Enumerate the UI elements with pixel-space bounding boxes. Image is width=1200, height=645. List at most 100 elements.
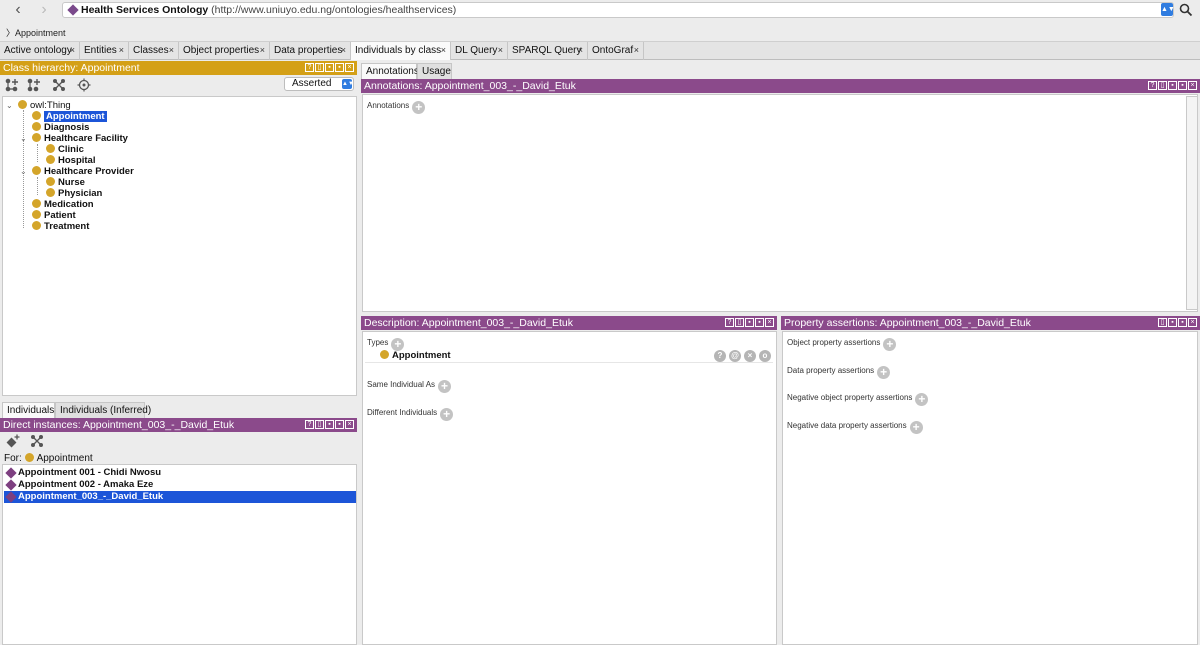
annotations-title: Annotations: Appointment_003_-_David_Etu… bbox=[364, 80, 576, 92]
split-icon[interactable]: ▯ bbox=[735, 318, 744, 327]
tree-item-hospital[interactable]: Hospital bbox=[46, 155, 95, 166]
tree-item-diagnosis[interactable]: Diagnosis bbox=[32, 122, 89, 133]
class-hierarchy-title: Class hierarchy: Appointment bbox=[3, 62, 140, 74]
tab-object-properties[interactable]: Object properties × bbox=[179, 42, 270, 60]
divider bbox=[365, 362, 773, 363]
view-controls: ▯ ▪ ▪ × bbox=[1157, 318, 1197, 328]
close-icon[interactable]: × bbox=[169, 42, 174, 59]
target-icon[interactable] bbox=[77, 78, 91, 92]
split-icon[interactable]: ▯ bbox=[1158, 318, 1167, 327]
close-icon[interactable]: × bbox=[341, 42, 346, 59]
tree-guide-line bbox=[37, 177, 38, 195]
help-icon[interactable]: ? bbox=[1148, 81, 1157, 90]
close-view-icon[interactable]: × bbox=[1188, 318, 1197, 327]
class-icon bbox=[32, 166, 41, 175]
list-item[interactable]: Appointment 002 - Amaka Eze bbox=[4, 479, 356, 491]
close-icon[interactable]: × bbox=[441, 42, 446, 59]
tab-individuals-by-class[interactable]: Individuals by class × bbox=[351, 42, 451, 60]
add-sibling-icon[interactable] bbox=[27, 78, 41, 92]
help-icon[interactable]: ? bbox=[714, 350, 726, 362]
tab-annotations[interactable]: Annotations bbox=[361, 63, 419, 79]
float-icon[interactable]: ▪ bbox=[1178, 81, 1187, 90]
tab-entities[interactable]: Entities × bbox=[80, 42, 129, 60]
tab-ontograf[interactable]: OntoGraf × bbox=[588, 42, 644, 60]
tab-individuals-inferred[interactable]: Individuals (Inferred) bbox=[55, 402, 151, 418]
add-individual-icon[interactable] bbox=[6, 434, 20, 448]
delete-individual-icon[interactable] bbox=[30, 434, 44, 448]
tab-usage[interactable]: Usage bbox=[417, 63, 452, 79]
float-icon[interactable]: ▪ bbox=[755, 318, 764, 327]
close-view-icon[interactable]: × bbox=[345, 420, 354, 429]
tree-item-physician[interactable]: Physician bbox=[46, 188, 102, 199]
tree-item-appointment[interactable]: Appointment bbox=[32, 111, 107, 122]
tab-data-properties[interactable]: Data properties × bbox=[270, 42, 351, 60]
annotate-icon[interactable]: @ bbox=[729, 350, 741, 362]
add-same-individual-icon[interactable]: + bbox=[438, 380, 452, 393]
close-icon[interactable]: × bbox=[498, 42, 503, 59]
tree-item-nurse[interactable]: Nurse bbox=[46, 177, 85, 188]
list-item[interactable]: Appointment_003_-_David_Etuk bbox=[4, 491, 356, 503]
property-assertions-header: Property assertions: Appointment_003_-_D… bbox=[781, 316, 1200, 330]
collapse-icon[interactable]: ⌄ bbox=[20, 167, 27, 176]
tab-active-ontology[interactable]: Active ontology × bbox=[0, 42, 80, 60]
tab-classes[interactable]: Classes × bbox=[129, 42, 179, 60]
add-subclass-icon[interactable] bbox=[5, 78, 19, 92]
hierarchy-mode-select[interactable]: Asserted ▲▼ bbox=[284, 77, 354, 91]
tree-item-treatment[interactable]: Treatment bbox=[32, 221, 89, 232]
help-icon[interactable]: ? bbox=[305, 420, 314, 429]
breadcrumb[interactable]: 〉Appointment bbox=[6, 26, 66, 39]
ontology-dropdown-icon[interactable]: ▲▼ bbox=[1161, 3, 1175, 16]
close-icon[interactable]: × bbox=[578, 42, 583, 59]
description-header: Description: Appointment_003_-_David_Etu… bbox=[361, 316, 777, 330]
close-icon[interactable]: × bbox=[70, 42, 75, 59]
add-negative-object-property-icon[interactable]: + bbox=[915, 393, 929, 406]
float-icon[interactable]: ▪ bbox=[335, 63, 344, 72]
delete-icon[interactable]: × bbox=[744, 350, 756, 362]
maximize-icon[interactable]: ▪ bbox=[745, 318, 754, 327]
tree-item-healthcare-facility[interactable]: Healthcare Facility bbox=[32, 133, 128, 144]
close-view-icon[interactable]: × bbox=[765, 318, 774, 327]
help-icon[interactable]: ? bbox=[305, 63, 314, 72]
tree-item-patient[interactable]: Patient bbox=[32, 210, 76, 221]
back-button[interactable]: ‹ bbox=[10, 2, 26, 19]
add-annotation-icon[interactable]: + bbox=[412, 101, 426, 114]
split-icon[interactable]: ▯ bbox=[1158, 81, 1167, 90]
close-icon[interactable]: × bbox=[119, 42, 124, 59]
tree-item-healthcare-provider[interactable]: Healthcare Provider bbox=[32, 166, 134, 177]
tab-sparql-query[interactable]: SPARQL Query × bbox=[508, 42, 588, 60]
tree-item-clinic[interactable]: Clinic bbox=[46, 144, 84, 155]
edit-icon[interactable]: o bbox=[759, 350, 771, 362]
maximize-icon[interactable]: ▪ bbox=[1168, 318, 1177, 327]
search-icon[interactable] bbox=[1179, 3, 1193, 17]
split-icon[interactable]: ▯ bbox=[315, 63, 324, 72]
add-data-property-icon[interactable]: + bbox=[877, 366, 891, 379]
tab-dl-query[interactable]: DL Query × bbox=[451, 42, 508, 60]
close-icon[interactable]: × bbox=[260, 42, 265, 59]
instances-for-row: For: Appointment bbox=[4, 453, 93, 464]
maximize-icon[interactable]: ▪ bbox=[1168, 81, 1177, 90]
tree-item-owl-thing[interactable]: owl:Thing bbox=[18, 100, 71, 111]
delete-class-icon[interactable] bbox=[52, 78, 66, 92]
add-object-property-icon[interactable]: + bbox=[883, 338, 897, 351]
collapse-icon[interactable]: ⌄ bbox=[20, 134, 27, 143]
tree-item-medication[interactable]: Medication bbox=[32, 199, 94, 210]
maximize-icon[interactable]: ▪ bbox=[325, 63, 334, 72]
maximize-icon[interactable]: ▪ bbox=[325, 420, 334, 429]
tab-individuals[interactable]: Individuals bbox=[2, 402, 55, 418]
split-icon[interactable]: ▯ bbox=[315, 420, 324, 429]
list-item[interactable]: Appointment 001 - Chidi Nwosu bbox=[4, 467, 356, 479]
add-different-individual-icon[interactable]: + bbox=[440, 408, 454, 421]
add-negative-data-property-icon[interactable]: + bbox=[909, 421, 923, 434]
collapse-icon[interactable]: ⌄ bbox=[6, 101, 13, 110]
forward-button[interactable]: › bbox=[36, 2, 52, 19]
close-view-icon[interactable]: × bbox=[345, 63, 354, 72]
type-item[interactable]: Appointment bbox=[380, 350, 451, 361]
float-icon[interactable]: ▪ bbox=[335, 420, 344, 429]
ontology-selector[interactable]: Health Services Ontology (http://www.uni… bbox=[62, 2, 1174, 18]
float-icon[interactable]: ▪ bbox=[1178, 318, 1187, 327]
close-view-icon[interactable]: × bbox=[1188, 81, 1197, 90]
close-icon[interactable]: × bbox=[634, 42, 639, 59]
tab-label: Active ontology bbox=[4, 45, 72, 56]
help-icon[interactable]: ? bbox=[725, 318, 734, 327]
annotations-scrollbar[interactable] bbox=[1186, 96, 1198, 310]
